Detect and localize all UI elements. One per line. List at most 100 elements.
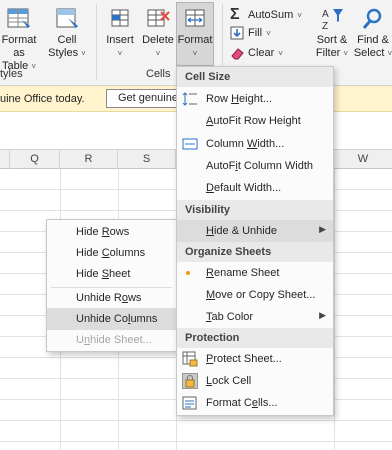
chevron-down-icon: ˅ <box>155 49 161 58</box>
chevron-down-icon: ˅ <box>278 48 283 58</box>
move-copy-sheet-item[interactable]: Move or Copy Sheet... <box>177 284 333 306</box>
insert-label: Insert <box>106 34 134 46</box>
rename-sheet-label: Rename Sheet <box>206 267 280 279</box>
organize-sheets-header: Organize Sheets <box>177 242 333 262</box>
autofit-column-width-item[interactable]: AutoFit Column Width <box>177 155 333 177</box>
hide-unhide-item[interactable]: Hide & Unhide ▶ <box>177 220 333 242</box>
autofit-column-width-label: AutoFit Column Width <box>206 160 314 172</box>
hide-rows-item[interactable]: Hide Rows <box>47 221 176 243</box>
bullet-icon <box>182 265 198 281</box>
hide-sheet-label: Hide Sheet <box>76 268 131 280</box>
svg-text:A: A <box>322 9 329 20</box>
row-height-item[interactable]: Row Height... <box>177 88 333 110</box>
format-label: Format <box>177 34 213 46</box>
chevron-down-icon: ˅ <box>297 10 302 20</box>
column-width-icon <box>182 136 198 152</box>
row-height-icon <box>182 91 198 107</box>
format-as-table-label: Format as <box>1 34 37 59</box>
lock-cell-item[interactable]: Lock Cell <box>177 370 333 392</box>
group-separator <box>96 4 97 80</box>
cell-styles-label: Cell <box>57 34 77 46</box>
protect-sheet-icon <box>182 351 198 367</box>
sort-filter-label2: Filter <box>315 47 341 59</box>
gridline <box>0 420 392 421</box>
column-header-r[interactable]: R <box>60 150 118 169</box>
column-width-item[interactable]: Column Width... <box>177 133 333 155</box>
format-dropdown-menu: Cell Size Row Height... AutoFit Row Heig… <box>176 66 334 416</box>
autosum-button[interactable]: Σ AutoSum ˅ <box>230 6 302 24</box>
visibility-header: Visibility <box>177 200 333 220</box>
autofit-row-height-item[interactable]: AutoFit Row Height <box>177 110 333 132</box>
message-text: uine Office today. <box>0 93 85 105</box>
clear-label: Clear <box>248 47 275 59</box>
cells-group-label: Cells <box>146 68 171 80</box>
delete-button[interactable]: Delete ˅ <box>140 6 176 60</box>
column-width-label: Column Width... <box>206 138 285 150</box>
gridline <box>0 441 392 442</box>
column-header-q[interactable]: Q <box>10 150 60 169</box>
hide-unhide-submenu: Hide Rows Hide Columns Hide Sheet Unhide… <box>46 219 177 352</box>
column-header-w[interactable]: W <box>334 150 392 169</box>
unhide-rows-label: Unhide Rows <box>76 292 142 304</box>
chevron-right-icon: ▶ <box>319 310 326 320</box>
unhide-sheet-label: Unhide Sheet... <box>76 334 152 346</box>
hide-unhide-label: Hide & Unhide <box>206 225 277 237</box>
fill-label: Fill <box>248 27 263 39</box>
column-header[interactable] <box>0 150 10 169</box>
protection-header: Protection <box>177 328 333 348</box>
lock-icon <box>182 373 198 389</box>
unhide-sheet-item[interactable]: Unhide Sheet... <box>47 329 176 351</box>
chevron-down-icon: ˅ <box>387 49 392 58</box>
eraser-icon <box>230 46 244 60</box>
styles-group-label: tyles <box>0 68 23 80</box>
insert-cells-icon <box>107 6 133 32</box>
autofit-row-height-label: AutoFit Row Height <box>206 115 301 127</box>
hide-rows-label: Hide Rows <box>76 226 130 238</box>
chevron-down-icon: ˅ <box>31 62 37 71</box>
unhide-columns-label: Unhide Columns <box>76 313 158 325</box>
cell-size-header: Cell Size <box>177 67 333 87</box>
hide-columns-label: Hide Columns <box>76 247 146 259</box>
hide-columns-item[interactable]: Hide Columns <box>47 242 176 264</box>
chevron-down-icon: ˅ <box>81 49 86 58</box>
format-cells-dialog-icon <box>182 395 198 411</box>
lock-cell-label: Lock Cell <box>206 375 252 387</box>
unhide-columns-item[interactable]: Unhide Columns <box>47 308 176 330</box>
svg-text:Z: Z <box>322 21 328 32</box>
cell-styles-icon <box>54 6 80 32</box>
chevron-down-icon: ˅ <box>266 28 271 38</box>
default-width-label: Default Width... <box>206 182 282 194</box>
sigma-icon: Σ <box>230 6 240 23</box>
unhide-rows-item[interactable]: Unhide Rows <box>47 287 176 309</box>
format-button[interactable]: Format ˅ <box>176 2 214 66</box>
chevron-down-icon: ˅ <box>343 49 349 58</box>
format-as-table-icon <box>6 6 32 32</box>
autosum-label: AutoSum <box>248 9 294 21</box>
protect-sheet-item[interactable]: Protect Sheet... <box>177 348 333 370</box>
sort-filter-button[interactable]: A Z Sort & Filter ˅ <box>312 6 352 60</box>
find-select-button[interactable]: Find & Select ˅ <box>352 6 392 60</box>
row-height-label: Row Height... <box>206 93 273 105</box>
cell-styles-button[interactable]: Cell Styles ˅ <box>46 6 88 60</box>
cell-styles-label2: Styles <box>48 47 79 59</box>
find-select-label: Find & <box>357 34 389 46</box>
column-header-s[interactable]: S <box>118 150 176 169</box>
hide-sheet-item[interactable]: Hide Sheet <box>47 263 176 285</box>
find-select-label2: Select <box>353 47 385 59</box>
chevron-right-icon: ▶ <box>319 224 326 234</box>
format-cells-item[interactable]: Format Cells... <box>177 392 333 414</box>
delete-label: Delete <box>142 34 174 46</box>
insert-button[interactable]: Insert ˅ <box>102 6 138 60</box>
move-copy-sheet-label: Move or Copy Sheet... <box>206 289 316 301</box>
chevron-down-icon: ˅ <box>192 49 198 58</box>
fill-button[interactable]: Fill ˅ <box>230 26 271 40</box>
magnifier-icon <box>360 6 386 32</box>
format-cells-label: Format Cells... <box>206 397 278 409</box>
tab-color-item[interactable]: Tab Color ▶ <box>177 306 333 328</box>
default-width-item[interactable]: Default Width... <box>177 177 333 199</box>
rename-sheet-item[interactable]: Rename Sheet <box>177 262 333 284</box>
clear-button[interactable]: Clear ˅ <box>230 46 283 60</box>
format-as-table-button[interactable]: Format as Table ˅ <box>0 6 42 73</box>
sort-filter-label: Sort & <box>316 34 348 46</box>
format-cells-icon <box>182 6 208 32</box>
